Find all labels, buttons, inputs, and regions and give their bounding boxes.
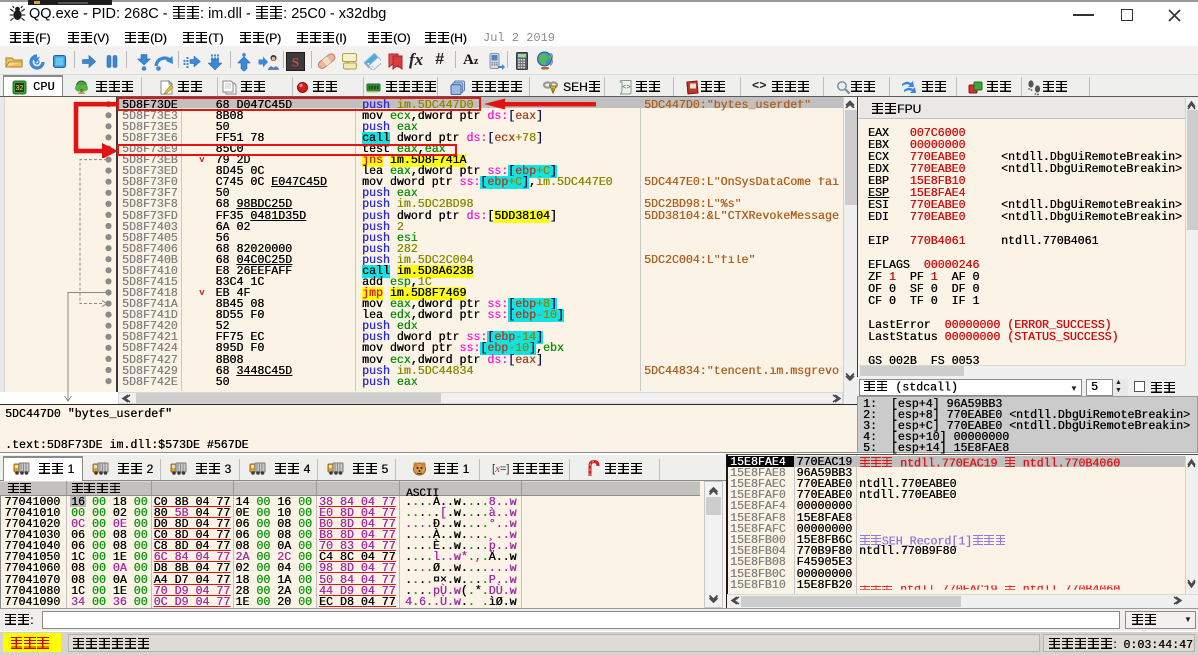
svg-text:S: S — [292, 55, 299, 70]
svg-text:<>: <> — [622, 84, 630, 92]
svg-text:32: 32 — [16, 85, 24, 92]
